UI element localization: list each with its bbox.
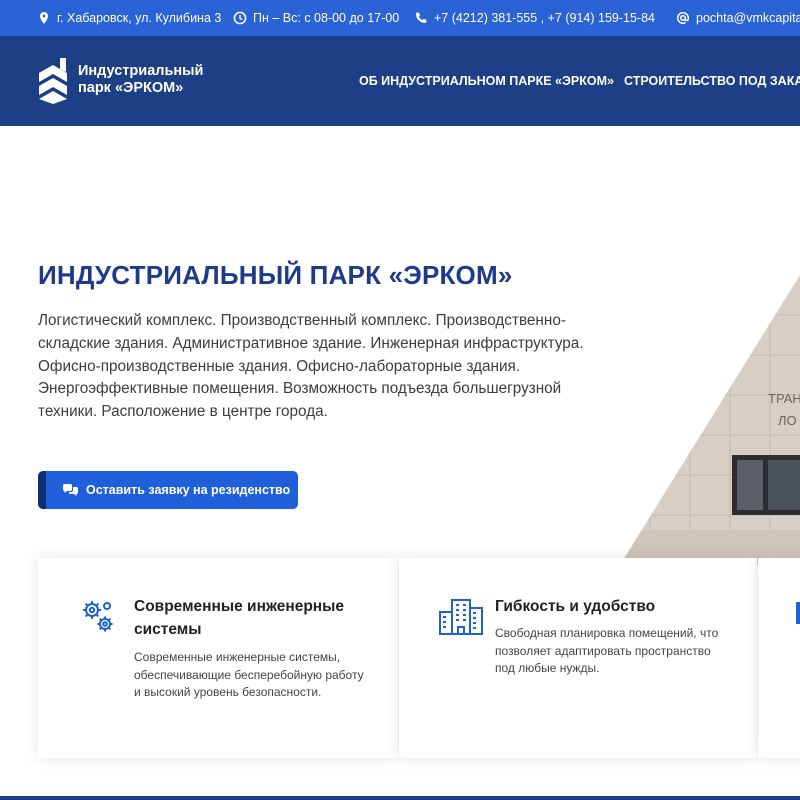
logo-mark-icon bbox=[39, 58, 67, 104]
hours-text: Пн – Вс: с 08-00 до 17-00 bbox=[253, 11, 400, 25]
bottom-band bbox=[0, 796, 800, 800]
hero-title: ИНДУСТРИАЛЬНЫЙ ПАРК «ЭРКОМ» bbox=[38, 260, 513, 290]
address-text: г. Хабаровск, ул. Кулибина 3 bbox=[57, 11, 222, 25]
phones-item[interactable]: +7 (4212) 381-555 , +7 (914) 159-15-84 bbox=[414, 0, 655, 36]
logo-line-1: Индустриальный bbox=[78, 63, 204, 79]
nav-about-label[interactable]: ОБ ИНДУСТРИАЛЬНОМ ПАРКЕ «ЭРКОМ» bbox=[359, 74, 614, 88]
feature-title: Гибкость и удобство bbox=[495, 598, 656, 615]
email-item[interactable]: pochta@vmkcapital.ru bbox=[676, 0, 800, 36]
feature-text: Свободная планировка помещений, что позв… bbox=[495, 626, 719, 675]
features-section: Современные инженерные системы Современн… bbox=[38, 558, 800, 800]
nav-construction-label[interactable]: СТРОИТЕЛЬСТВО ПОД ЗАКАЗ bbox=[624, 74, 800, 88]
feature-icon-partial bbox=[796, 602, 800, 624]
hero-description: Логистический комплекс. Производственный… bbox=[38, 312, 584, 421]
hero-building-image: ТРАН ЛО bbox=[620, 275, 800, 565]
chat-bubbles-icon bbox=[63, 484, 78, 496]
buildings-icon bbox=[439, 598, 483, 641]
address-item: г. Хабаровск, ул. Кулибина 3 bbox=[37, 0, 221, 36]
contact-bar: г. Хабаровск, ул. Кулибина 3 Пн – Вс: с … bbox=[0, 0, 800, 36]
nav-construction[interactable]: СТРОИТЕЛЬСТВО ПОД ЗАКАЗ bbox=[624, 36, 800, 126]
feature-text: Современные инженерные системы, обеспечи… bbox=[134, 650, 364, 699]
phone-icon bbox=[414, 11, 428, 25]
logo-line-2: парк «ЭРКОМ» bbox=[78, 80, 184, 96]
phones-text[interactable]: +7 (4212) 381-555 , +7 (914) 159-15-84 bbox=[434, 11, 655, 25]
feature-card-partial bbox=[758, 558, 800, 758]
clock-icon bbox=[233, 11, 247, 25]
sign-line-1: ТРАН bbox=[768, 391, 800, 406]
logo-text: Индустриальный парк «ЭРКОМ» bbox=[78, 63, 203, 97]
feature-card: Гибкость и удобство Свободная планировка… bbox=[399, 558, 757, 758]
email-link[interactable]: pochta@vmkcapital.ru bbox=[696, 11, 800, 25]
hours-item: Пн – Вс: с 08-00 до 17-00 bbox=[233, 0, 399, 36]
gears-icon bbox=[80, 598, 116, 639]
location-pin-icon bbox=[37, 11, 51, 25]
at-sign-icon bbox=[676, 11, 690, 25]
feature-title: Современные инженерные системы bbox=[134, 598, 345, 638]
logo[interactable]: Индустриальный парк «ЭРКОМ» bbox=[38, 56, 203, 104]
site-header: Индустриальный парк «ЭРКОМ» ОБ ИНДУСТРИА… bbox=[0, 36, 800, 126]
sign-line-2: ЛО bbox=[778, 413, 797, 428]
nav-about[interactable]: ОБ ИНДУСТРИАЛЬНОМ ПАРКЕ «ЭРКОМ» bbox=[359, 36, 614, 126]
apply-residency-label[interactable]: Оставить заявку на резиденство bbox=[86, 483, 290, 497]
feature-card: Современные инженерные системы Современн… bbox=[38, 558, 398, 758]
apply-residency-button[interactable]: Оставить заявку на резиденство bbox=[38, 471, 298, 509]
